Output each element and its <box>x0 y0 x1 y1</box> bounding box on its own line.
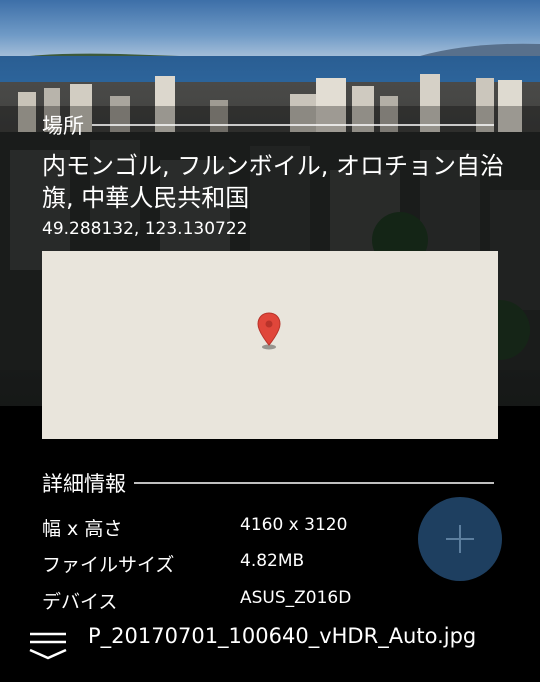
menu-icon[interactable] <box>28 630 68 660</box>
section-divider <box>92 124 494 126</box>
location-map[interactable] <box>42 251 498 439</box>
detail-row-device: デバイス ASUS_Z016D <box>42 587 442 615</box>
map-pin-icon <box>257 312 281 350</box>
details-header-label: 詳細情報 <box>42 472 126 496</box>
detail-row-file-size: ファイルサイズ 4.82MB <box>42 550 442 578</box>
file-name: P_20170701_100640_vHDR_Auto.jpg <box>88 624 477 648</box>
coordinates: 49.288132, 123.130722 <box>42 219 248 239</box>
detail-label: デバイス <box>42 591 118 613</box>
add-button[interactable] <box>418 497 502 581</box>
place-name: 内モンゴル, フルンボイル, オロチョン自治旗, 中華人民共和国 <box>42 152 505 212</box>
detail-row-dimensions: 幅 x 高さ 4160 x 3120 <box>42 514 442 542</box>
location-section-header: 場所 <box>42 110 494 140</box>
section-divider <box>134 482 494 484</box>
plus-icon <box>446 525 474 553</box>
location-header-label: 場所 <box>42 114 84 138</box>
bottom-bar: P_20170701_100640_vHDR_Auto.jpg <box>0 616 540 682</box>
detail-value: 4.82MB <box>240 551 305 571</box>
detail-label: ファイルサイズ <box>42 554 175 576</box>
detail-value: ASUS_Z016D <box>240 588 352 608</box>
detail-label: 幅 x 高さ <box>42 518 123 540</box>
details-section-header: 詳細情報 <box>42 468 494 498</box>
detail-value: 4160 x 3120 <box>240 515 348 535</box>
